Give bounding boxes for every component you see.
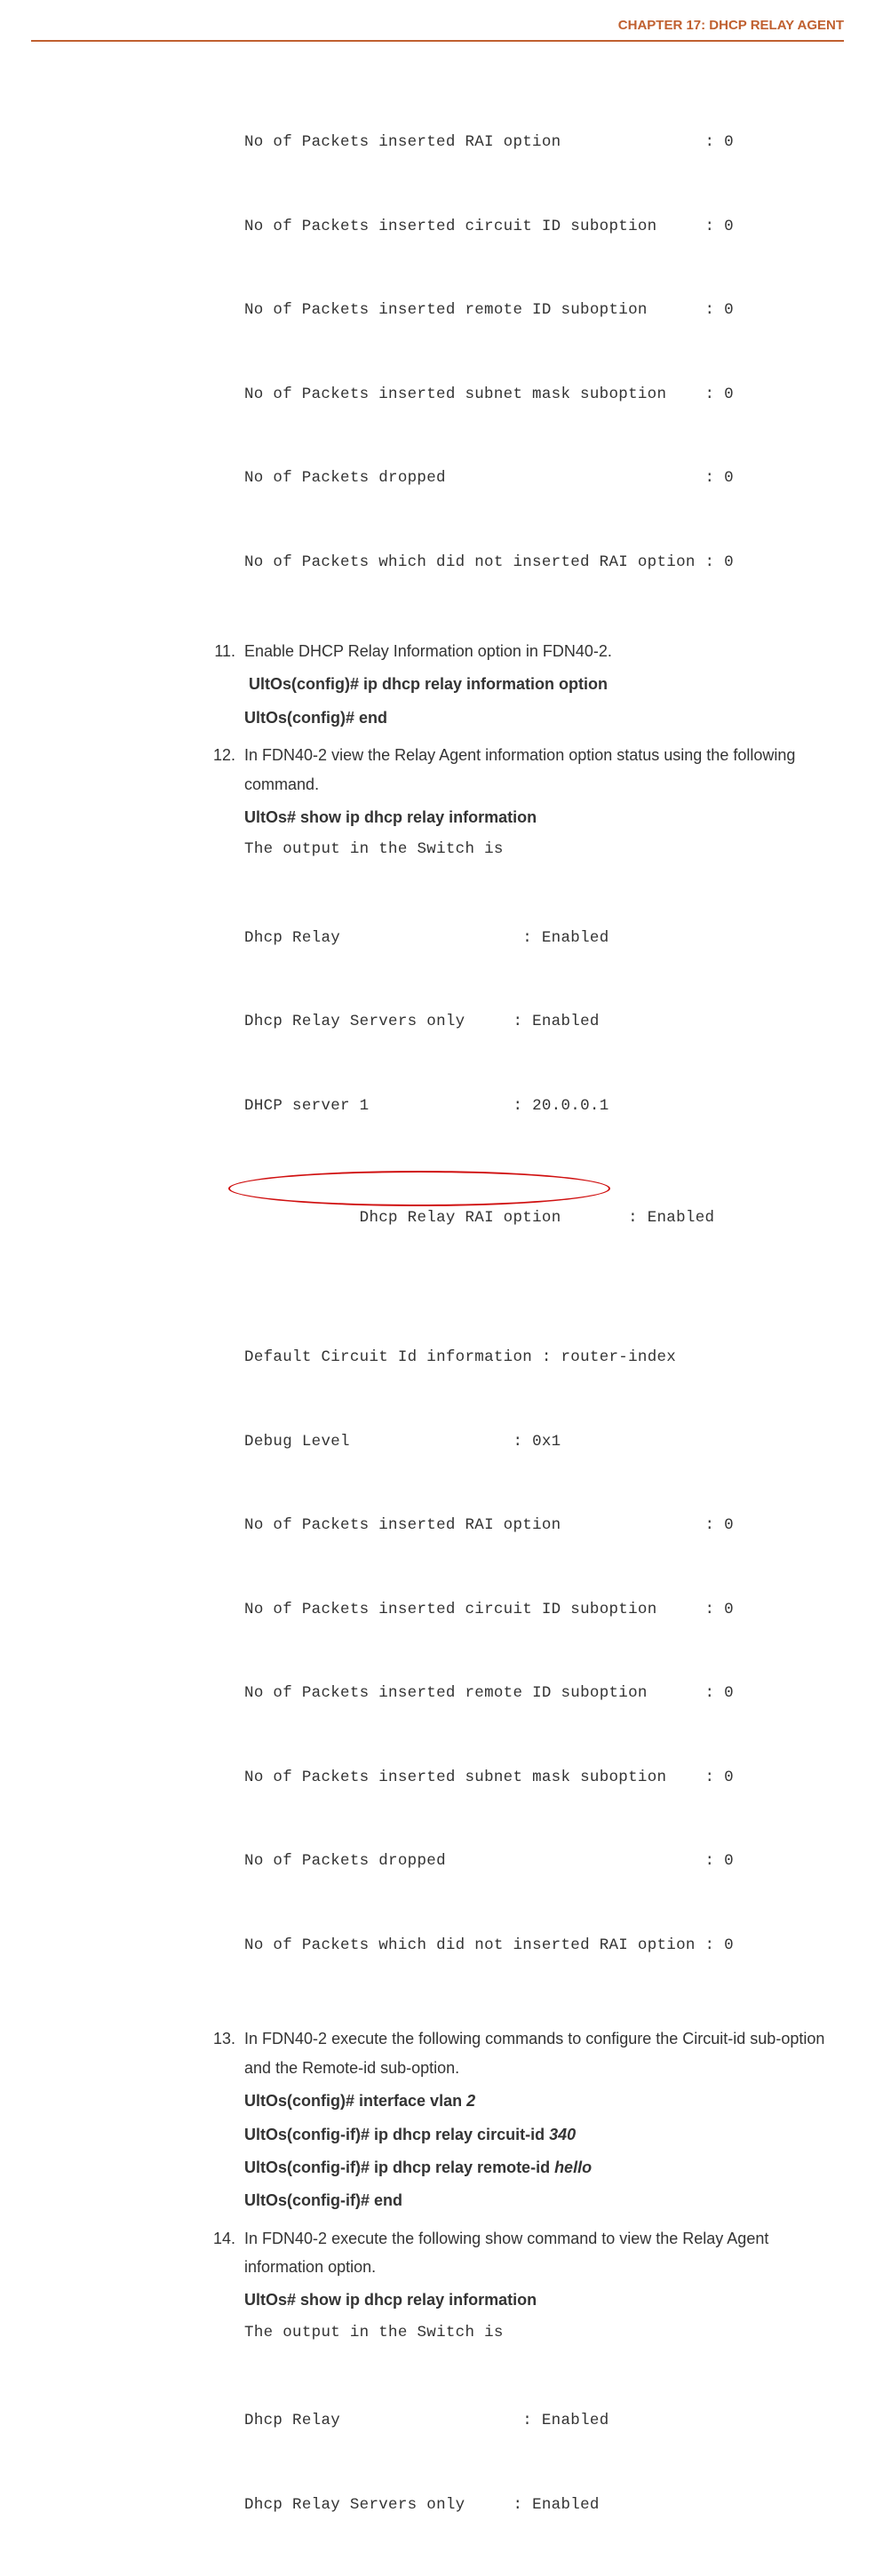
- cmd-arg: 2: [466, 2092, 475, 2110]
- output-line: No of Packets dropped : 0: [244, 1848, 835, 1876]
- stat-line: No of Packets inserted circuit ID subopt…: [244, 213, 835, 242]
- output-line: Dhcp Relay RAI option : Enabled: [360, 1209, 715, 1227]
- cmd-prefix: UltOs(config-if)# ip dhcp relay circuit-…: [244, 2126, 549, 2143]
- stat-line: No of Packets dropped : 0: [244, 465, 835, 493]
- cli-command: UltOs(config)# end: [244, 704, 835, 732]
- packet-stats-block-1: No of Packets inserted RAI option : 0 No…: [244, 73, 835, 632]
- step-14: 14. In FDN40-2 execute the following sho…: [244, 2224, 835, 2576]
- output-line: No of Packets inserted RAI option : 0: [244, 1512, 835, 1540]
- step-body: In FDN40-2 execute the following show co…: [244, 2224, 835, 2576]
- stat-line: No of Packets inserted RAI option : 0: [244, 129, 835, 157]
- step-text: Enable DHCP Relay Information option in …: [244, 637, 835, 665]
- output-line: No of Packets inserted circuit ID subopt…: [244, 1596, 835, 1625]
- step-number: 14.: [213, 2224, 244, 2576]
- output-line: Default Circuit Id information : router-…: [244, 1344, 835, 1372]
- cli-command: UltOs(config)# ip dhcp relay information…: [249, 670, 835, 698]
- output-line: DHCP server 1 : 20.0.0.1: [244, 2575, 835, 2576]
- cli-command: UltOs(config-if)# end: [244, 2186, 835, 2214]
- relay-output: Dhcp Relay : Enabled Dhcp Relay Servers …: [244, 869, 835, 2016]
- cmd-prefix: UltOs(config-if)# ip dhcp relay remote-i…: [244, 2159, 554, 2176]
- stat-line: No of Packets inserted remote ID subopti…: [244, 297, 835, 325]
- output-line: DHCP server 1 : 20.0.0.1: [244, 1093, 835, 1121]
- stat-line: No of Packets inserted subnet mask subop…: [244, 381, 835, 409]
- step-12: 12. In FDN40-2 view the Relay Agent info…: [244, 741, 835, 2020]
- main-content: No of Packets inserted RAI option : 0 No…: [31, 68, 844, 2576]
- step-11: 11. Enable DHCP Relay Information option…: [244, 637, 835, 736]
- cli-command: UltOs(config-if)# ip dhcp relay remote-i…: [244, 2153, 835, 2182]
- step-text: In FDN40-2 execute the following command…: [244, 2024, 835, 2082]
- step-text: In FDN40-2 execute the following show co…: [244, 2224, 835, 2282]
- highlight-oval: [228, 1171, 610, 1206]
- output-line: Dhcp Relay Servers only : Enabled: [244, 1008, 835, 1037]
- step-13: 13. In FDN40-2 execute the following com…: [244, 2024, 835, 2219]
- cmd-arg: hello: [554, 2159, 592, 2176]
- step-body: In FDN40-2 execute the following command…: [244, 2024, 835, 2219]
- output-line: Dhcp Relay Servers only : Enabled: [244, 2492, 835, 2520]
- cli-command: UltOs(config)# interface vlan 2: [244, 2087, 835, 2115]
- step-number: 11.: [213, 637, 244, 736]
- chapter-header: CHAPTER 17: DHCP RELAY AGENT: [31, 18, 844, 42]
- output-line: No of Packets inserted remote ID subopti…: [244, 1680, 835, 1708]
- output-line: Dhcp Relay : Enabled: [244, 925, 835, 953]
- step-body: In FDN40-2 view the Relay Agent informat…: [244, 741, 835, 2020]
- cli-command: UltOs# show ip dhcp relay information: [244, 2286, 835, 2314]
- cli-command: UltOs# show ip dhcp relay information: [244, 803, 835, 831]
- output-line: Debug Level : 0x1: [244, 1428, 835, 1457]
- relay-output: Dhcp Relay : Enabled Dhcp Relay Servers …: [244, 2351, 835, 2576]
- output-intro: The output in the Switch is: [244, 836, 835, 864]
- step-number: 12.: [213, 741, 244, 2020]
- stat-line: No of Packets which did not inserted RAI…: [244, 549, 835, 577]
- step-body: Enable DHCP Relay Information option in …: [244, 637, 835, 736]
- output-line: No of Packets which did not inserted RAI…: [244, 1932, 835, 1960]
- circled-line: Dhcp Relay RAI option : Enabled: [244, 1176, 835, 1288]
- output-line: No of Packets inserted subnet mask subop…: [244, 1764, 835, 1793]
- step-number: 13.: [213, 2024, 244, 2219]
- cli-command: UltOs(config-if)# ip dhcp relay circuit-…: [244, 2120, 835, 2149]
- page: CHAPTER 17: DHCP RELAY AGENT No of Packe…: [0, 0, 875, 1288]
- step-text: In FDN40-2 view the Relay Agent informat…: [244, 741, 835, 799]
- output-intro: The output in the Switch is: [244, 2319, 835, 2348]
- cmd-arg: 340: [549, 2126, 576, 2143]
- output-line: Dhcp Relay : Enabled: [244, 2407, 835, 2436]
- cmd-prefix: UltOs(config)# interface vlan: [244, 2092, 466, 2110]
